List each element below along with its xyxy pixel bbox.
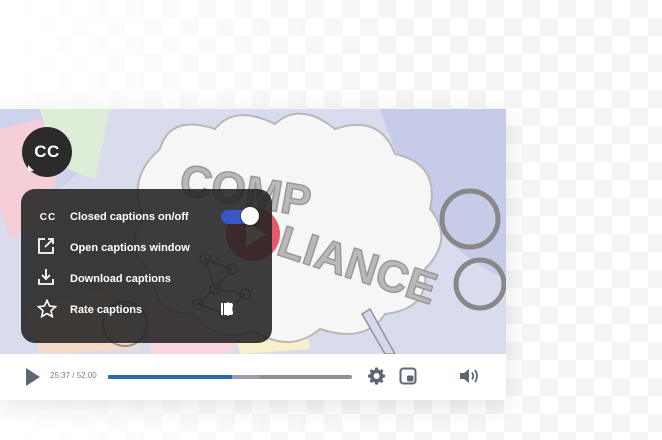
closed-captions-toggle[interactable] [221,207,259,225]
rating-controls [219,301,259,319]
video-player: COMP LIANCE CC CC Closed captions on/off [0,109,506,400]
settings-gear-icon[interactable] [368,367,388,387]
menu-item-label: Closed captions on/off [70,211,189,223]
corner-indicator-icon [28,165,34,171]
progress-played [108,375,233,379]
menu-item-label: Open captions window [70,242,190,254]
video-frame[interactable]: COMP LIANCE CC CC Closed captions on/off [0,109,506,354]
captions-button[interactable]: CC [22,127,72,177]
menu-item-label: Download captions [70,273,171,285]
toggle-knob [241,207,259,225]
menu-item-label: Rate captions [70,304,143,316]
menu-item-download-captions[interactable]: Download captions [21,265,272,293]
menu-item-closed-captions[interactable]: CC Closed captions on/off [21,203,272,231]
volume-icon[interactable] [459,367,483,387]
menu-item-rate-captions[interactable]: Rate captions [21,296,272,324]
cc-icon: CC [39,211,57,223]
progress-bar[interactable] [108,375,352,379]
star-icon [37,299,59,321]
download-icon [37,268,59,290]
captions-button-label: CC [34,142,60,161]
time-display: 25:37 / 52:00 [50,371,97,380]
picture-in-picture-icon[interactable] [399,367,419,387]
external-link-icon [37,237,59,259]
captions-menu: CC Closed captions on/off Open captions … [21,189,272,343]
play-icon[interactable] [24,367,42,387]
menu-item-open-captions-window[interactable]: Open captions window [21,234,272,262]
control-bar: 25:37 / 52:00 [0,354,506,400]
